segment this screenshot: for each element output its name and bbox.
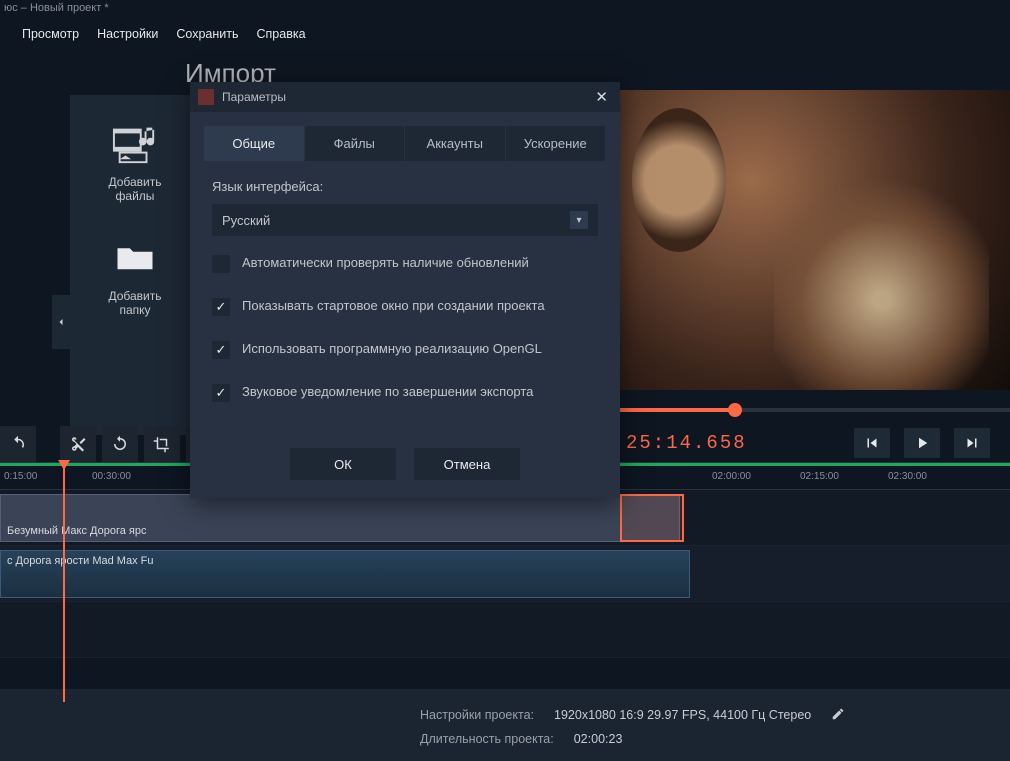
preview-video[interactable] bbox=[580, 90, 1010, 390]
tab-acceleration[interactable]: Ускорение bbox=[506, 126, 607, 161]
language-select[interactable]: Русский ▾ bbox=[212, 204, 598, 236]
video-clip[interactable]: Безумный Макс Дорога ярс bbox=[0, 494, 680, 542]
statusbar: Настройки проекта: 1920x1080 16:9 29.97 … bbox=[0, 689, 1010, 761]
audio-track[interactable]: с Дорога ярости Mad Max Fu bbox=[0, 546, 1010, 602]
menu-settings[interactable]: Настройки bbox=[97, 27, 158, 41]
scrub-handle[interactable] bbox=[728, 403, 742, 417]
rotate-button[interactable] bbox=[102, 426, 138, 462]
project-duration-label: Длительность проекта: bbox=[420, 732, 554, 746]
ruler-tick: 02:00:00 bbox=[712, 471, 751, 482]
close-icon[interactable]: ✕ bbox=[591, 88, 612, 106]
add-folder-tile[interactable]: Добавить папку bbox=[92, 231, 178, 317]
cancel-button[interactable]: Отмена bbox=[414, 448, 520, 480]
add-files-tile[interactable]: Добавить файлы bbox=[92, 117, 178, 203]
cut-button[interactable] bbox=[60, 426, 96, 462]
edit-settings-icon[interactable] bbox=[831, 707, 845, 724]
checkbox-updates[interactable] bbox=[212, 255, 230, 273]
ruler-tick: 02:30:00 bbox=[888, 471, 927, 482]
timecode: 25:14.658 bbox=[580, 432, 854, 454]
add-folder-label: Добавить папку bbox=[92, 289, 178, 317]
menu-view[interactable]: Просмотр bbox=[22, 27, 79, 41]
tab-files[interactable]: Файлы bbox=[305, 126, 406, 161]
language-label: Язык интерфейса: bbox=[212, 179, 598, 194]
add-files-label: Добавить файлы bbox=[92, 175, 178, 203]
clip-selection[interactable] bbox=[620, 494, 684, 542]
clip-label: с Дорога ярости Mad Max Fu bbox=[7, 555, 683, 567]
checkbox-startup[interactable]: ✓ bbox=[212, 298, 230, 316]
audio-clip[interactable]: с Дорога ярости Mad Max Fu bbox=[0, 550, 690, 598]
preview-panel: 25:14.658 bbox=[580, 90, 1010, 460]
tab-accounts[interactable]: Аккаунты bbox=[405, 126, 506, 161]
menubar: Просмотр Настройки Сохранить Справка bbox=[0, 20, 1010, 48]
checkbox-opengl[interactable]: ✓ bbox=[212, 341, 230, 359]
timeline-tracks: Безумный Макс Дорога ярс с Дорога ярости… bbox=[0, 490, 1010, 658]
play-button[interactable] bbox=[904, 428, 940, 458]
project-settings-value: 1920x1080 16:9 29.97 FPS, 44100 Гц Стере… bbox=[554, 708, 811, 722]
playhead[interactable] bbox=[63, 462, 65, 702]
checkbox-sound[interactable]: ✓ bbox=[212, 384, 230, 402]
clip-label: Безумный Макс Дорога ярс bbox=[7, 525, 673, 537]
app-icon bbox=[198, 89, 214, 105]
dialog-title: Параметры bbox=[222, 90, 286, 104]
dialog-titlebar[interactable]: Параметры ✕ bbox=[190, 82, 620, 112]
crop-button[interactable] bbox=[144, 426, 180, 462]
dialog-tabs: Общие Файлы Аккаунты Ускорение bbox=[204, 126, 606, 161]
timeline-toolbar bbox=[0, 424, 222, 464]
window-title: юс – Новый проект * bbox=[0, 0, 1010, 20]
scrub-bar[interactable] bbox=[580, 408, 1010, 412]
ruler-tick: 0:15:00 bbox=[4, 471, 37, 482]
language-selected: Русский bbox=[222, 213, 270, 228]
checkbox-startup-label: Показывать стартовое окно при создании п… bbox=[242, 297, 545, 315]
ruler-tick: 02:15:00 bbox=[800, 471, 839, 482]
menu-help[interactable]: Справка bbox=[257, 27, 306, 41]
tab-general[interactable]: Общие bbox=[204, 126, 305, 161]
prev-frame-button[interactable] bbox=[854, 428, 890, 458]
video-track[interactable]: Безумный Макс Дорога ярс bbox=[0, 490, 1010, 546]
chevron-down-icon: ▾ bbox=[570, 211, 588, 229]
project-duration-value: 02:00:23 bbox=[574, 732, 623, 746]
checkbox-opengl-label: Использовать программную реализацию Open… bbox=[242, 340, 542, 358]
next-frame-button[interactable] bbox=[954, 428, 990, 458]
checkbox-updates-label: Автоматически проверять наличие обновлен… bbox=[242, 254, 529, 272]
menu-save[interactable]: Сохранить bbox=[176, 27, 238, 41]
empty-track[interactable] bbox=[0, 602, 1010, 658]
project-settings-label: Настройки проекта: bbox=[420, 708, 534, 722]
collapse-panel-icon[interactable] bbox=[52, 295, 70, 349]
checkbox-sound-label: Звуковое уведомление по завершении экспо… bbox=[242, 383, 533, 401]
settings-dialog: Параметры ✕ Общие Файлы Аккаунты Ускорен… bbox=[190, 82, 620, 498]
ok-button[interactable]: ОК bbox=[290, 448, 396, 480]
film-music-icon bbox=[92, 117, 178, 169]
folder-icon bbox=[92, 231, 178, 283]
ruler-tick: 00:30:00 bbox=[92, 471, 131, 482]
undo-button[interactable] bbox=[0, 426, 36, 462]
